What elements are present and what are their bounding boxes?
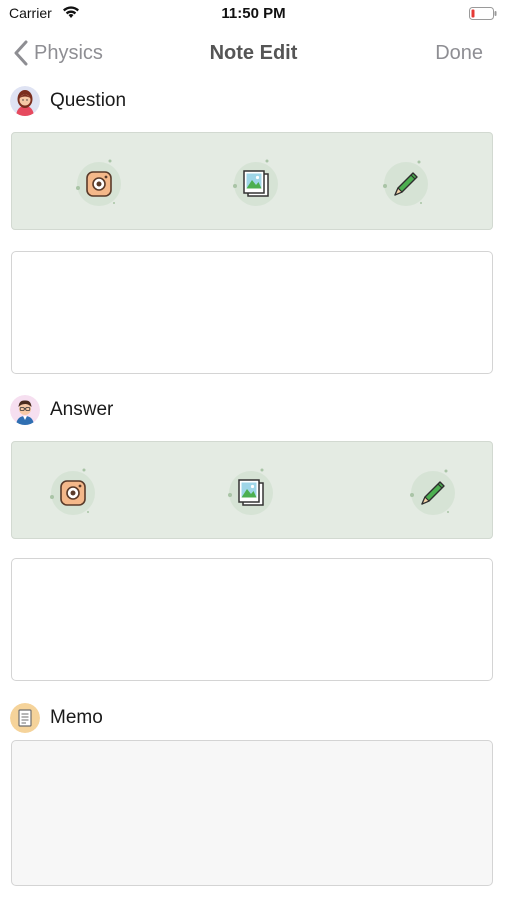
answer-header: Answer [10, 394, 113, 426]
memo-icon [10, 703, 40, 733]
answer-text-input[interactable] [11, 558, 493, 681]
camera-icon [50, 468, 95, 515]
pencil-icon [410, 469, 455, 515]
question-camera-button[interactable] [74, 159, 124, 209]
memo-header: Memo [10, 702, 103, 734]
pencil-icon [383, 160, 428, 206]
gallery-icon [233, 159, 278, 206]
page-title: Note Edit [209, 42, 298, 64]
question-text-input[interactable] [11, 251, 493, 374]
gallery-icon [228, 468, 273, 515]
question-draw-button[interactable] [381, 159, 431, 209]
question-gallery-button[interactable] [231, 159, 281, 209]
memo-text-input[interactable] [11, 740, 493, 886]
battery-icon [469, 7, 497, 20]
question-tool-panel [11, 132, 493, 230]
answer-label: Answer [50, 399, 114, 420]
navigation-bar: Physics Note Edit Done [0, 30, 507, 74]
girl-avatar-icon [10, 86, 40, 116]
answer-draw-button[interactable] [408, 468, 458, 518]
clock: 11:50 PM [221, 5, 286, 22]
answer-tool-panel [11, 441, 493, 539]
boy-avatar-icon [10, 395, 40, 425]
question-label: Question [50, 90, 127, 111]
status-bar: Carrier 11:50 PM [0, 0, 507, 28]
camera-icon [76, 159, 121, 206]
question-header: Question [10, 85, 126, 117]
answer-gallery-button[interactable] [226, 468, 276, 518]
done-button[interactable]: Done [435, 42, 483, 65]
answer-camera-button[interactable] [48, 468, 98, 518]
memo-label: Memo [50, 707, 103, 728]
